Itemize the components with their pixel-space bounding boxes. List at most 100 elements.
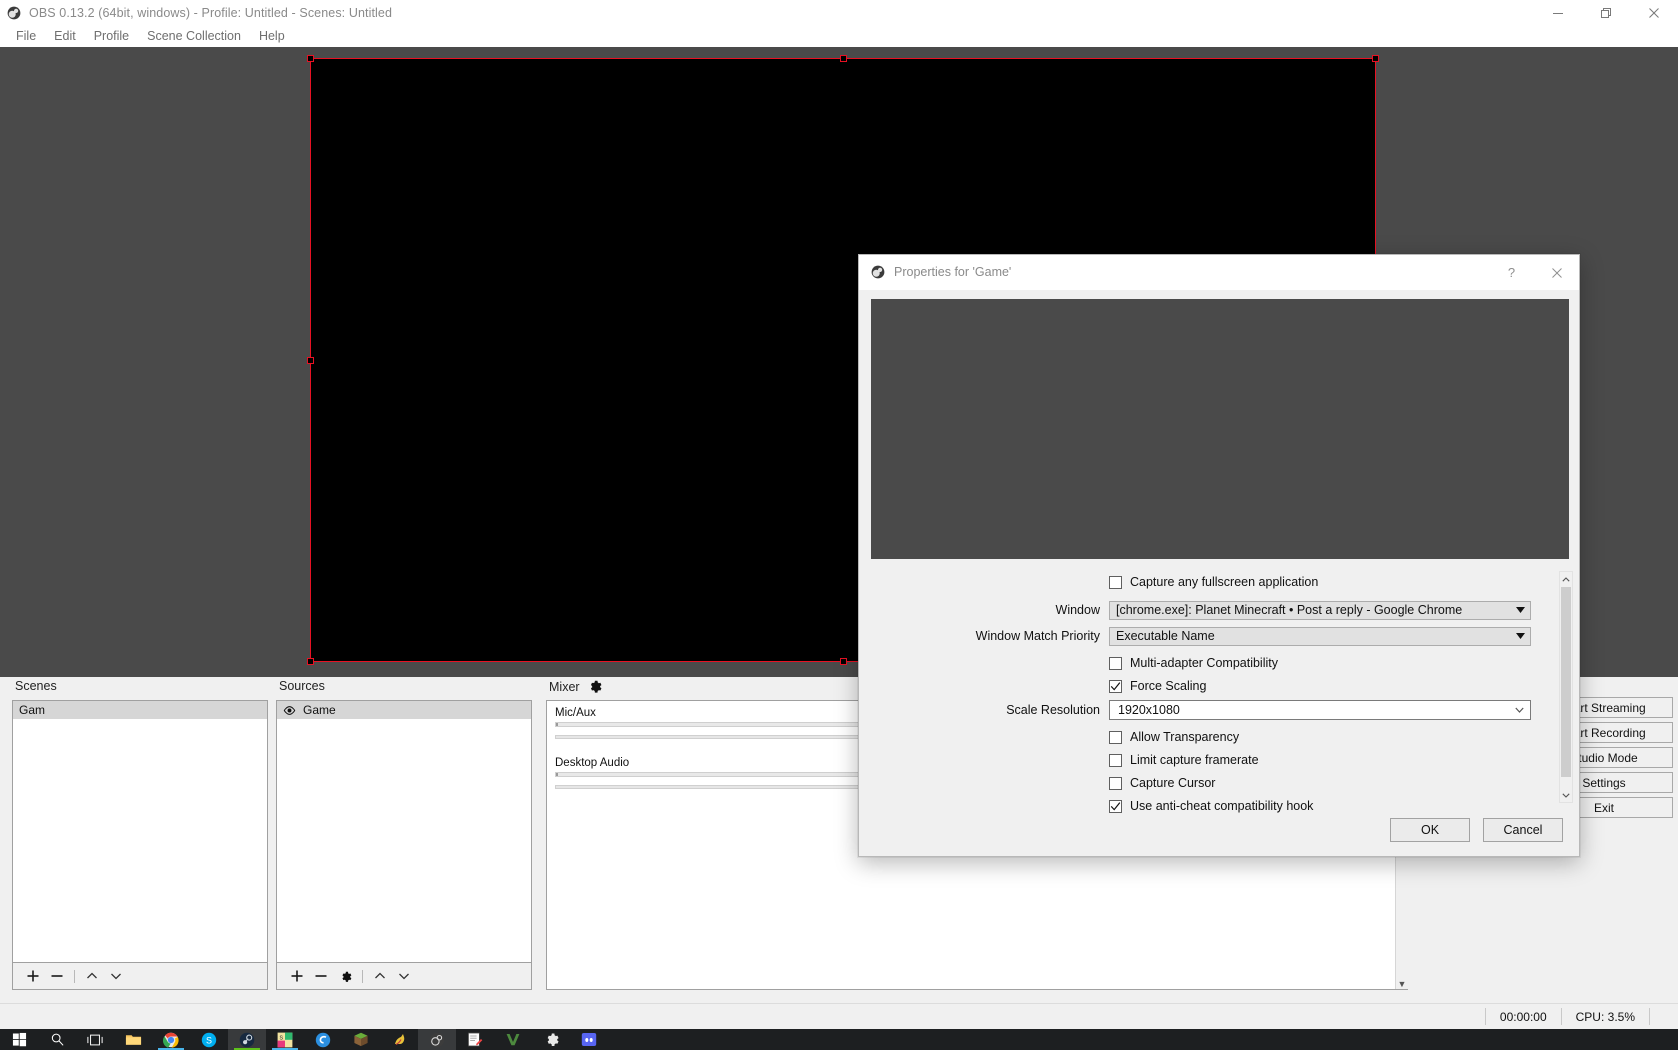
scroll-up-arrow-icon[interactable] bbox=[1560, 572, 1572, 586]
notepad-editor-button[interactable] bbox=[456, 1029, 494, 1050]
limit-framerate-row: Limit capture framerate bbox=[859, 749, 1559, 771]
capture-cursor-checkbox[interactable] bbox=[1109, 776, 1122, 790]
discord-button[interactable] bbox=[570, 1029, 608, 1050]
discord-icon bbox=[581, 1033, 597, 1046]
skype-button[interactable]: S bbox=[190, 1029, 228, 1050]
window-label: Window bbox=[1055, 603, 1100, 617]
move-source-down-button[interactable] bbox=[393, 965, 415, 987]
minecraft-button[interactable] bbox=[342, 1029, 380, 1050]
v-app-button[interactable] bbox=[494, 1029, 532, 1050]
gear-icon[interactable] bbox=[587, 679, 602, 694]
resize-handle-bottom-left[interactable] bbox=[307, 658, 314, 665]
source-properties-gear-icon[interactable] bbox=[334, 965, 356, 987]
resize-handle-middle-left[interactable] bbox=[307, 357, 314, 364]
scale-resolution-row: Scale Resolution 1920x1080 bbox=[859, 699, 1559, 721]
menu-file[interactable]: File bbox=[7, 27, 45, 45]
sources-list[interactable]: Game bbox=[276, 700, 532, 963]
window-titlebar: OBS 0.13.2 (64bit, windows) - Profile: U… bbox=[0, 0, 1678, 25]
resize-handle-top-center[interactable] bbox=[840, 55, 847, 62]
steam-button[interactable] bbox=[228, 1029, 266, 1050]
scroll-down-arrow-icon[interactable]: ▼ bbox=[1398, 979, 1407, 989]
obs-main-window: OBS 0.13.2 (64bit, windows) - Profile: U… bbox=[0, 0, 1678, 1050]
swirl-app-button[interactable] bbox=[304, 1029, 342, 1050]
force-scaling-row: Force Scaling bbox=[859, 675, 1559, 697]
scenes-dock-title: Scenes bbox=[15, 679, 57, 693]
scenes-toolbar bbox=[12, 963, 268, 990]
minimize-icon[interactable] bbox=[1534, 0, 1582, 25]
obs-logo-icon bbox=[871, 265, 885, 279]
eye-icon[interactable] bbox=[283, 704, 296, 717]
notepad-icon bbox=[467, 1032, 483, 1047]
settings-button[interactable] bbox=[532, 1029, 570, 1050]
dialog-window-controls: ? bbox=[1489, 255, 1579, 290]
bird-app-button[interactable] bbox=[380, 1029, 418, 1050]
resize-handle-top-right[interactable] bbox=[1372, 55, 1379, 62]
grass-block-icon bbox=[354, 1032, 368, 1047]
scene-name: Gam bbox=[19, 703, 46, 717]
cancel-button[interactable]: Cancel bbox=[1483, 818, 1563, 842]
scenes-list[interactable]: Gam bbox=[12, 700, 268, 963]
scale-resolution-label: Scale Resolution bbox=[1006, 703, 1100, 717]
move-scene-up-button[interactable] bbox=[81, 965, 103, 987]
chrome-icon bbox=[163, 1032, 179, 1048]
remove-source-button[interactable] bbox=[310, 965, 332, 987]
list-item[interactable]: Gam bbox=[13, 701, 267, 719]
force-scaling-checkbox[interactable] bbox=[1109, 679, 1122, 693]
s-app-icon: s bbox=[277, 1032, 293, 1047]
anti-cheat-hook-checkbox[interactable] bbox=[1109, 799, 1122, 813]
capture-fullscreen-checkbox[interactable] bbox=[1109, 575, 1122, 589]
limit-framerate-checkbox[interactable] bbox=[1109, 753, 1122, 767]
allow-transparency-row: Allow Transparency bbox=[859, 726, 1559, 748]
allow-transparency-checkbox[interactable] bbox=[1109, 730, 1122, 744]
steam-icon bbox=[239, 1032, 255, 1047]
properties-dialog: Properties for 'Game' ? Capture any full… bbox=[858, 254, 1580, 857]
google-chrome-button[interactable] bbox=[152, 1029, 190, 1050]
menu-edit[interactable]: Edit bbox=[45, 27, 85, 45]
move-scene-down-button[interactable] bbox=[105, 965, 127, 987]
limit-framerate-label: Limit capture framerate bbox=[1130, 753, 1259, 767]
resize-handle-top-left[interactable] bbox=[307, 55, 314, 62]
move-source-up-button[interactable] bbox=[369, 965, 391, 987]
s-app-button[interactable]: s bbox=[266, 1029, 304, 1050]
windows-logo-icon bbox=[12, 1032, 26, 1047]
anti-cheat-hook-label: Use anti-cheat compatibility hook bbox=[1130, 799, 1314, 813]
obs-studio-button[interactable] bbox=[418, 1029, 456, 1050]
window-match-priority-select[interactable]: Executable Name bbox=[1109, 626, 1531, 646]
add-source-button[interactable] bbox=[286, 965, 308, 987]
close-icon[interactable] bbox=[1534, 255, 1579, 290]
question-mark-icon[interactable]: ? bbox=[1489, 255, 1534, 290]
window-row: Window [chrome.exe]: Planet Minecraft • … bbox=[859, 599, 1559, 621]
close-icon[interactable] bbox=[1630, 0, 1678, 25]
chevron-down-icon[interactable] bbox=[1510, 627, 1530, 646]
ok-button[interactable]: OK bbox=[1390, 818, 1470, 842]
chevron-down-icon[interactable] bbox=[1510, 601, 1530, 620]
scale-resolution-value: 1920x1080 bbox=[1118, 703, 1180, 717]
scrollbar-thumb[interactable] bbox=[1561, 587, 1571, 777]
allow-transparency-label: Allow Transparency bbox=[1130, 730, 1240, 744]
list-item[interactable]: Game bbox=[277, 701, 531, 719]
status-bar: 00:00:00 CPU: 3.5% bbox=[0, 1003, 1678, 1029]
dialog-titlebar: Properties for 'Game' ? bbox=[859, 255, 1579, 290]
svg-text:S: S bbox=[206, 1035, 212, 1045]
multi-adapter-checkbox[interactable] bbox=[1109, 656, 1122, 670]
v-icon bbox=[506, 1034, 520, 1046]
task-view-button[interactable] bbox=[76, 1029, 114, 1050]
resize-handle-bottom-center[interactable] bbox=[840, 658, 847, 665]
capture-cursor-label: Capture Cursor bbox=[1130, 776, 1216, 790]
skype-icon: S bbox=[201, 1032, 217, 1047]
scroll-down-arrow-icon[interactable] bbox=[1560, 788, 1572, 802]
remove-scene-button[interactable] bbox=[46, 965, 68, 987]
search-button[interactable] bbox=[38, 1029, 76, 1050]
dialog-title: Properties for 'Game' bbox=[894, 265, 1012, 279]
file-explorer-button[interactable] bbox=[114, 1029, 152, 1050]
menu-scene-collection[interactable]: Scene Collection bbox=[138, 27, 250, 45]
add-scene-button[interactable] bbox=[22, 965, 44, 987]
menu-profile[interactable]: Profile bbox=[85, 27, 138, 45]
restore-icon[interactable] bbox=[1582, 0, 1630, 25]
chevron-down-icon[interactable] bbox=[1510, 701, 1528, 719]
scale-resolution-combobox[interactable]: 1920x1080 bbox=[1109, 700, 1531, 720]
dialog-form-scrollbar[interactable] bbox=[1559, 571, 1573, 803]
menu-help[interactable]: Help bbox=[250, 27, 294, 45]
start-button[interactable] bbox=[0, 1029, 38, 1050]
window-select[interactable]: [chrome.exe]: Planet Minecraft • Post a … bbox=[1109, 600, 1531, 620]
